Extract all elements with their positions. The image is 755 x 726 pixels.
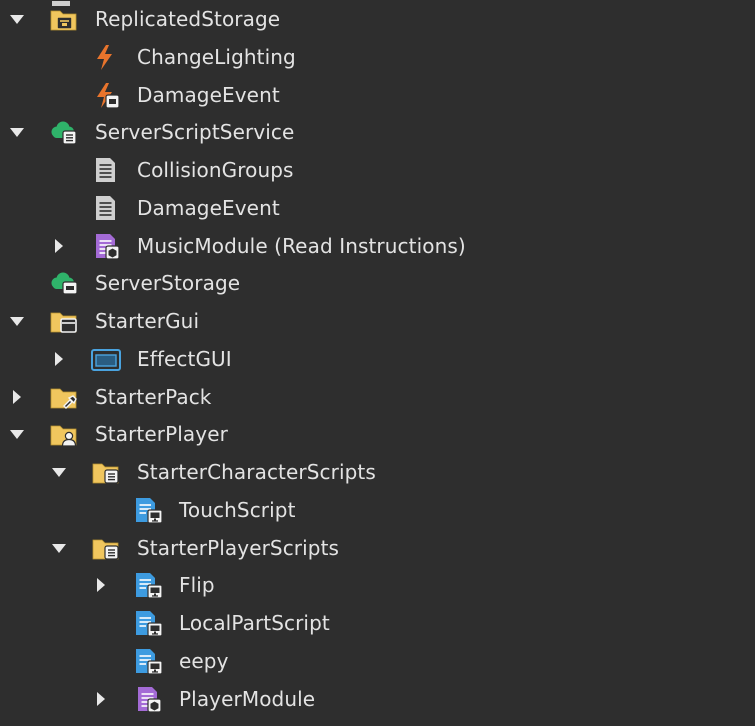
tree-item-label: Flip bbox=[179, 573, 215, 598]
expand-arrow-down-icon[interactable] bbox=[47, 459, 71, 485]
tree-item-label: DamageEvent bbox=[137, 82, 280, 107]
expand-arrow-down-icon[interactable] bbox=[5, 119, 29, 145]
tree-item-label: DamageEvent bbox=[137, 195, 280, 220]
tree-item-label: CollisionGroups bbox=[137, 158, 294, 182]
expand-arrow-right-icon[interactable] bbox=[89, 572, 113, 598]
expand-arrow-down-icon[interactable] bbox=[5, 421, 29, 447]
tree-item-label: ChangeLighting bbox=[137, 44, 296, 69]
script-icon bbox=[90, 155, 122, 185]
starter-player-icon bbox=[48, 419, 80, 449]
tree-item-label: StarterGui bbox=[95, 309, 200, 333]
tree-row-playermodule[interactable]: PlayerModule bbox=[0, 680, 755, 718]
tree-row-effectgui[interactable]: EffectGUI bbox=[0, 340, 755, 378]
tree-row-collisiongroups[interactable]: CollisionGroups bbox=[0, 151, 755, 189]
local-script-icon bbox=[132, 646, 164, 676]
tree-row-localpartscript[interactable]: LocalPartScript bbox=[0, 604, 755, 642]
expand-arrow-right-icon[interactable] bbox=[47, 346, 71, 372]
tree-row-starterplayer[interactable]: StarterPlayer bbox=[0, 415, 755, 453]
starter-pack-icon bbox=[48, 382, 80, 412]
tree-item-label: EffectGUI bbox=[137, 346, 232, 371]
tree-row-damageevent[interactable]: DamageEvent bbox=[0, 76, 755, 114]
tree-row-serverstorage[interactable]: ServerStorage bbox=[0, 264, 755, 302]
tree-row-starterplayerscripts[interactable]: StarterPlayerScripts bbox=[0, 529, 755, 567]
expand-arrow-down-icon[interactable] bbox=[5, 308, 29, 334]
tree-row-touchscript[interactable]: TouchScript bbox=[0, 491, 755, 529]
tree-item-label: ReplicatedStorage bbox=[95, 7, 281, 31]
tree-row-startergui[interactable]: StarterGui bbox=[0, 302, 755, 340]
server-script-service-icon bbox=[48, 117, 80, 147]
module-script-icon bbox=[132, 684, 164, 714]
screen-gui-icon bbox=[90, 344, 122, 374]
tree-row-eepy[interactable]: eepy bbox=[0, 642, 755, 680]
expand-arrow-right-icon[interactable] bbox=[89, 686, 113, 712]
starter-scripts-folder-icon bbox=[90, 533, 122, 563]
starter-gui-icon bbox=[48, 306, 80, 336]
tree-row-damageevent[interactable]: DamageEvent bbox=[0, 189, 755, 227]
expand-arrow-down-icon[interactable] bbox=[5, 6, 29, 32]
tree-item-label: StarterPlayerScripts bbox=[137, 535, 340, 560]
explorer-tree: ReplicatedStorage ChangeLighting DamageEve… bbox=[0, 0, 755, 726]
tree-row-serverscriptservice[interactable]: ServerScriptService bbox=[0, 113, 755, 151]
remote-event-icon bbox=[90, 80, 122, 110]
replicated-storage-icon bbox=[48, 4, 80, 34]
expand-arrow-right-icon[interactable] bbox=[47, 233, 71, 259]
local-script-icon bbox=[132, 570, 164, 600]
tree-item-label: StarterPack bbox=[95, 384, 212, 409]
tree-item-label: ServerStorage bbox=[95, 271, 241, 296]
expand-arrow-right-icon[interactable] bbox=[5, 384, 29, 410]
tree-row-startercharacterscripts[interactable]: StarterCharacterScripts bbox=[0, 453, 755, 491]
expand-arrow-down-icon[interactable] bbox=[47, 535, 71, 561]
tree-item-label: TouchScript bbox=[179, 497, 296, 522]
local-script-icon bbox=[132, 495, 164, 525]
tree-item-label: PlayerModule bbox=[179, 686, 316, 711]
module-script-icon bbox=[90, 231, 122, 261]
server-storage-icon bbox=[48, 268, 80, 298]
tree-row-starterpack[interactable]: StarterPack bbox=[0, 378, 755, 416]
cropped-row-above bbox=[48, 0, 80, 6]
script-icon bbox=[90, 193, 122, 223]
tree-item-label: MusicModule (Read Instructions) bbox=[137, 233, 466, 258]
tree-item-label: StarterPlayer bbox=[95, 422, 228, 447]
tree-row-changelighting[interactable]: ChangeLighting bbox=[0, 38, 755, 76]
tree-row-replicatedstorage[interactable]: ReplicatedStorage bbox=[0, 0, 755, 38]
remote-event-icon bbox=[90, 42, 122, 72]
tree-item-label: StarterCharacterScripts bbox=[137, 460, 376, 484]
starter-scripts-folder-icon bbox=[90, 457, 122, 487]
tree-item-label: LocalPartScript bbox=[179, 611, 330, 635]
tree-item-label: eepy bbox=[179, 648, 229, 673]
local-script-icon bbox=[132, 608, 164, 638]
tree-row-flip[interactable]: Flip bbox=[0, 566, 755, 604]
tree-row-musicmodule-read-instructions[interactable]: MusicModule (Read Instructions) bbox=[0, 227, 755, 265]
tree-item-label: ServerScriptService bbox=[95, 120, 295, 145]
